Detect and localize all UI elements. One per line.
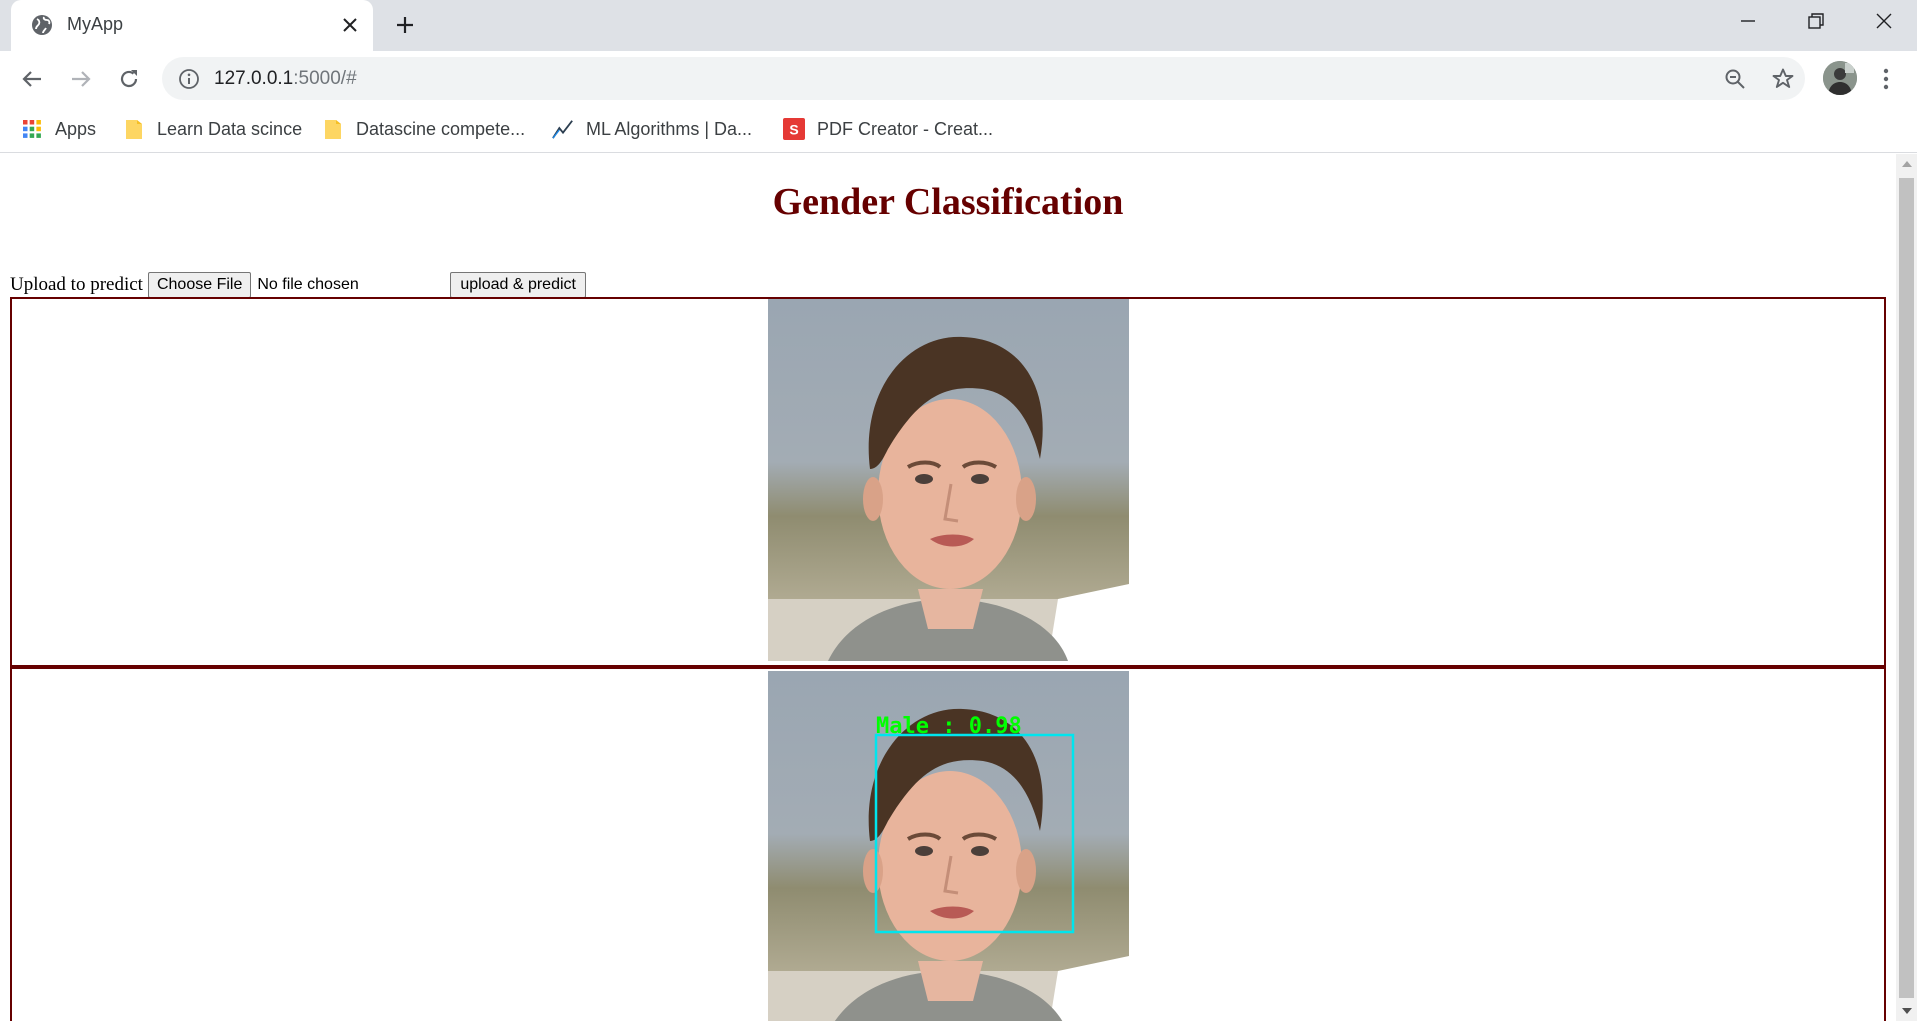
minimize-icon[interactable] — [1714, 0, 1782, 42]
bookmark-label: Learn Data scince — [157, 118, 303, 139]
scrollbar-thumb[interactable] — [1899, 178, 1914, 998]
more-menu-icon[interactable] — [1872, 63, 1900, 95]
uploaded-photo — [768, 299, 1129, 661]
bookmark-apps[interactable]: Apps — [21, 114, 96, 144]
tab-strip: MyApp — [0, 0, 1917, 51]
restore-icon[interactable] — [1782, 0, 1850, 42]
uploaded-image-panel — [10, 297, 1886, 667]
globe-icon — [30, 13, 54, 37]
reload-icon[interactable] — [113, 63, 145, 95]
zoom-out-icon[interactable] — [1722, 66, 1748, 92]
url-path: :5000/# — [293, 68, 357, 89]
upload-form: Upload to predict Choose File No file ch… — [10, 271, 586, 299]
trend-line-icon — [552, 118, 574, 140]
scroll-down-arrow-icon[interactable] — [1896, 1001, 1917, 1021]
bookmark-label: PDF Creator - Creat... — [817, 118, 994, 139]
info-icon[interactable] — [178, 68, 200, 90]
close-tab-icon[interactable] — [337, 12, 363, 38]
bookmark-label: Datascine compete... — [356, 118, 526, 139]
new-tab-icon[interactable] — [390, 10, 420, 40]
upload-label: Upload to predict — [10, 274, 143, 295]
bookmark-ml-algorithms[interactable]: ML Algorithms | Da... — [552, 114, 752, 144]
folder-icon — [123, 118, 145, 140]
svg-text:S: S — [789, 122, 798, 138]
bookmark-datascience-competition[interactable]: Datascine compete... — [322, 114, 525, 144]
pdf-creator-icon: S — [783, 118, 805, 140]
avatar[interactable] — [1823, 61, 1857, 95]
browser-tab[interactable]: MyApp — [11, 0, 373, 51]
prediction-label: Male : 0.98 — [876, 714, 1022, 739]
bookmark-learn-data-science[interactable]: Learn Data scince — [123, 114, 302, 144]
url-host: 127.0.0.1 — [214, 68, 294, 89]
file-status-text: No file chosen — [257, 276, 359, 293]
close-window-icon[interactable] — [1850, 0, 1917, 42]
scroll-up-arrow-icon[interactable] — [1896, 154, 1917, 174]
address-bar[interactable]: 127.0.0.1:5000/# — [162, 57, 1805, 100]
page-viewport: Gender Classification Upload to predict … — [0, 154, 1896, 1021]
url-text[interactable]: 127.0.0.1:5000/# — [214, 68, 357, 90]
vertical-scrollbar[interactable] — [1896, 154, 1917, 1021]
bookmark-pdf-creator[interactable]: S PDF Creator - Creat... — [783, 114, 993, 144]
bookmark-star-icon[interactable] — [1770, 66, 1796, 92]
bookmarks-bar: Apps Learn Data scince Datascine compete… — [0, 106, 1917, 153]
prediction-result-panel: Male : 0.98 — [10, 667, 1886, 1021]
back-arrow-icon[interactable] — [16, 63, 48, 95]
browser-toolbar: 127.0.0.1:5000/# — [0, 51, 1917, 106]
page-title: Gender Classification — [772, 181, 1124, 223]
upload-predict-button[interactable]: upload & predict — [450, 272, 586, 298]
forward-arrow-icon[interactable] — [65, 63, 97, 95]
bookmark-label: Apps — [55, 118, 97, 139]
choose-file-button[interactable]: Choose File — [147, 272, 252, 298]
tab-title: MyApp — [67, 14, 124, 34]
bookmark-label: ML Algorithms | Da... — [586, 118, 753, 139]
annotated-photo: Male : 0.98 — [768, 671, 1129, 1021]
folder-icon — [322, 118, 344, 140]
apps-grid-icon — [21, 118, 43, 140]
